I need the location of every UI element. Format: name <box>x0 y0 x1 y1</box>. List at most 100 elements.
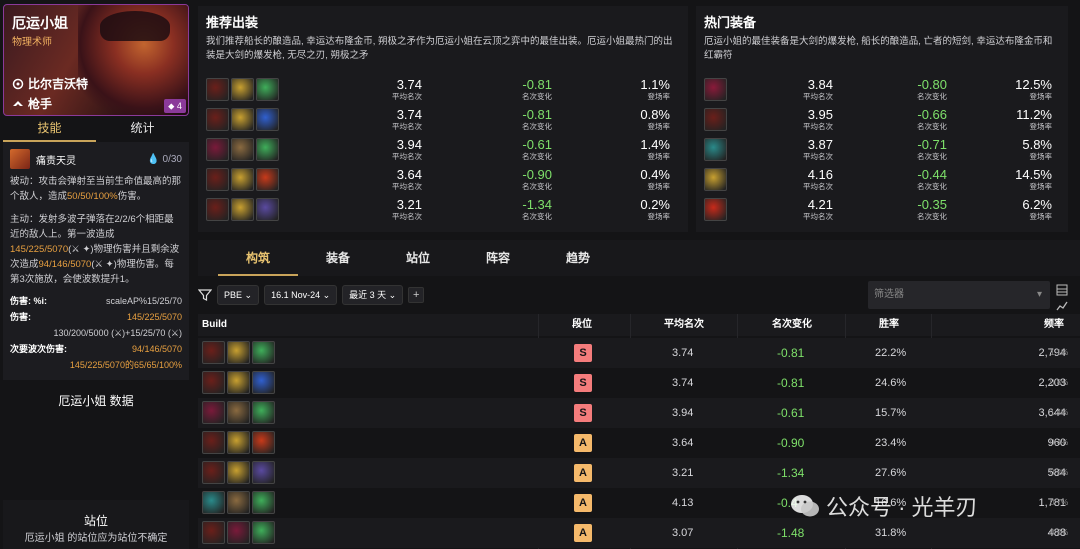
tab-skill[interactable]: 技能 <box>3 118 96 142</box>
table-row[interactable]: S 3.74 -0.81 22.2% 2,794 1.1% <box>198 338 1080 368</box>
item-icon[interactable] <box>252 521 275 544</box>
mana-cost: 💧 0/30 <box>147 153 182 165</box>
col-frequency[interactable]: 频率 <box>1044 314 1064 336</box>
champion-role: 物理术师 <box>12 37 52 48</box>
add-filter-button[interactable]: + <box>408 287 425 303</box>
avg-place: 3.64 <box>672 437 694 449</box>
recommended-build-row[interactable] <box>206 164 279 194</box>
trait-bilgewater[interactable]: 比尔吉沃特 <box>12 75 88 92</box>
item-icon[interactable] <box>206 137 229 161</box>
stat-line: 伤害: %i: scaleAP%15/25/70 <box>10 296 182 306</box>
item-icon[interactable] <box>202 491 225 514</box>
table-row[interactable]: A 3.21 -1.34 27.6% 584 0.2% <box>198 458 1080 488</box>
item-icon[interactable] <box>231 167 254 191</box>
patch-select[interactable]: 16.1 Nov-24 ⌄ <box>264 285 338 305</box>
item-icon[interactable] <box>227 341 250 364</box>
recommended-build-row[interactable] <box>206 104 279 134</box>
recommended-build-row[interactable] <box>206 194 279 224</box>
item-icon[interactable] <box>256 107 279 131</box>
recommended-build-row[interactable] <box>206 74 279 104</box>
recommended-build-row[interactable] <box>206 134 279 164</box>
item-icon[interactable] <box>252 371 275 394</box>
item-icon[interactable] <box>227 491 250 514</box>
item-icon[interactable] <box>206 107 229 131</box>
item-icon[interactable] <box>227 371 250 394</box>
tab-items[interactable]: 装备 <box>298 240 378 276</box>
item-icon[interactable] <box>227 461 250 484</box>
table-row[interactable]: A 3.64 -0.90 23.4% 960 0.4% <box>198 428 1080 458</box>
trait-gunner[interactable]: 枪手 <box>12 95 52 112</box>
build-items <box>202 341 275 364</box>
hot-item-row[interactable] <box>704 74 727 104</box>
item-icon[interactable] <box>256 167 279 191</box>
hot-item <box>704 77 727 101</box>
item-icon[interactable] <box>206 197 229 221</box>
col-avg-place[interactable]: 平均名次 <box>664 314 704 336</box>
item-icon[interactable] <box>704 77 727 101</box>
col-tier[interactable]: 段位 <box>572 314 592 336</box>
item-icon[interactable] <box>704 107 727 131</box>
avg-place: 3.74 <box>672 377 694 389</box>
col-win-rate[interactable]: 胜率 <box>879 314 899 336</box>
item-icon[interactable] <box>206 167 229 191</box>
item-icon[interactable] <box>227 431 250 454</box>
item-icon[interactable] <box>227 521 250 544</box>
item-icon[interactable] <box>227 401 250 424</box>
item-icon[interactable] <box>256 137 279 161</box>
col-place-change[interactable]: 名次变化 <box>772 314 812 336</box>
item-icon[interactable] <box>202 341 225 364</box>
build-items <box>202 371 275 394</box>
col-build[interactable]: Build <box>202 314 227 336</box>
recommended-desc: 我们推荐船长的酿造品, 幸运达布隆金币, 朔极之矛作为厄运小姐在云顶之弈中的最佳… <box>206 36 673 61</box>
item-icon[interactable] <box>704 137 727 161</box>
skill-active-text: 主动：发射多波子弹落在2/2/6个相距最近的敌人上。第一波造成145/225/5… <box>10 214 180 285</box>
item-icon[interactable] <box>252 431 275 454</box>
item-icon[interactable] <box>206 77 229 101</box>
item-icon[interactable] <box>231 77 254 101</box>
avg-place: 3.94 <box>672 407 694 419</box>
item-icon[interactable] <box>231 107 254 131</box>
hot-item-row[interactable] <box>704 194 727 224</box>
item-icon[interactable] <box>252 341 275 364</box>
item-icon[interactable] <box>202 461 225 484</box>
trait-label: 枪手 <box>28 97 53 111</box>
filter-search-input[interactable]: 筛选器 ▾ <box>868 281 1050 309</box>
hot-item-row[interactable] <box>704 104 727 134</box>
item-icon[interactable] <box>704 197 727 221</box>
item-icon[interactable] <box>252 461 275 484</box>
item-icon[interactable] <box>256 77 279 101</box>
item-icon[interactable] <box>256 197 279 221</box>
item-icon[interactable] <box>231 137 254 161</box>
hot-item <box>704 107 727 131</box>
tab-comps[interactable]: 阵容 <box>458 240 538 276</box>
item-icon[interactable] <box>704 167 727 191</box>
champion-card: 厄运小姐 物理术师 比尔吉沃特 枪手 ⬥ 4 <box>3 4 189 116</box>
item-icon[interactable] <box>202 401 225 424</box>
item-icon[interactable] <box>202 371 225 394</box>
tab-trends[interactable]: 趋势 <box>538 240 618 276</box>
tab-positioning[interactable]: 站位 <box>378 240 458 276</box>
table-row[interactable]: S 3.94 -0.61 15.7% 3,644 1.4% <box>198 398 1080 428</box>
item-icon[interactable] <box>231 197 254 221</box>
item-icon[interactable] <box>202 521 225 544</box>
hot-item-row[interactable] <box>704 164 727 194</box>
table-view-icon[interactable] <box>1056 284 1068 296</box>
server-select[interactable]: PBE ⌄ <box>217 285 260 305</box>
stat-line: 145/225/5070的65/65/100% <box>69 360 182 370</box>
item-icon[interactable] <box>252 491 275 514</box>
tier-badge: A <box>574 494 592 512</box>
table-row[interactable]: S 3.74 -0.81 24.6% 2,203 0.8% <box>198 368 1080 398</box>
filter-icon[interactable] <box>198 288 212 302</box>
hot-item-row[interactable] <box>704 134 727 164</box>
metric: 3.84 平均名次 <box>803 77 833 102</box>
tab-stats[interactable]: 统计 <box>96 118 189 142</box>
range-select[interactable]: 最近 3 天 ⌄ <box>342 285 404 305</box>
tab-builds[interactable]: 构筑 <box>218 240 298 276</box>
item-icon[interactable] <box>252 401 275 424</box>
metric: 4.21 平均名次 <box>803 197 833 222</box>
chart-view-icon[interactable] <box>1056 300 1068 312</box>
frequency-percent: 1.1% <box>1050 348 1069 357</box>
place-change: -0.81 <box>777 376 805 390</box>
place-change: -0.81 <box>777 346 805 360</box>
item-icon[interactable] <box>202 431 225 454</box>
